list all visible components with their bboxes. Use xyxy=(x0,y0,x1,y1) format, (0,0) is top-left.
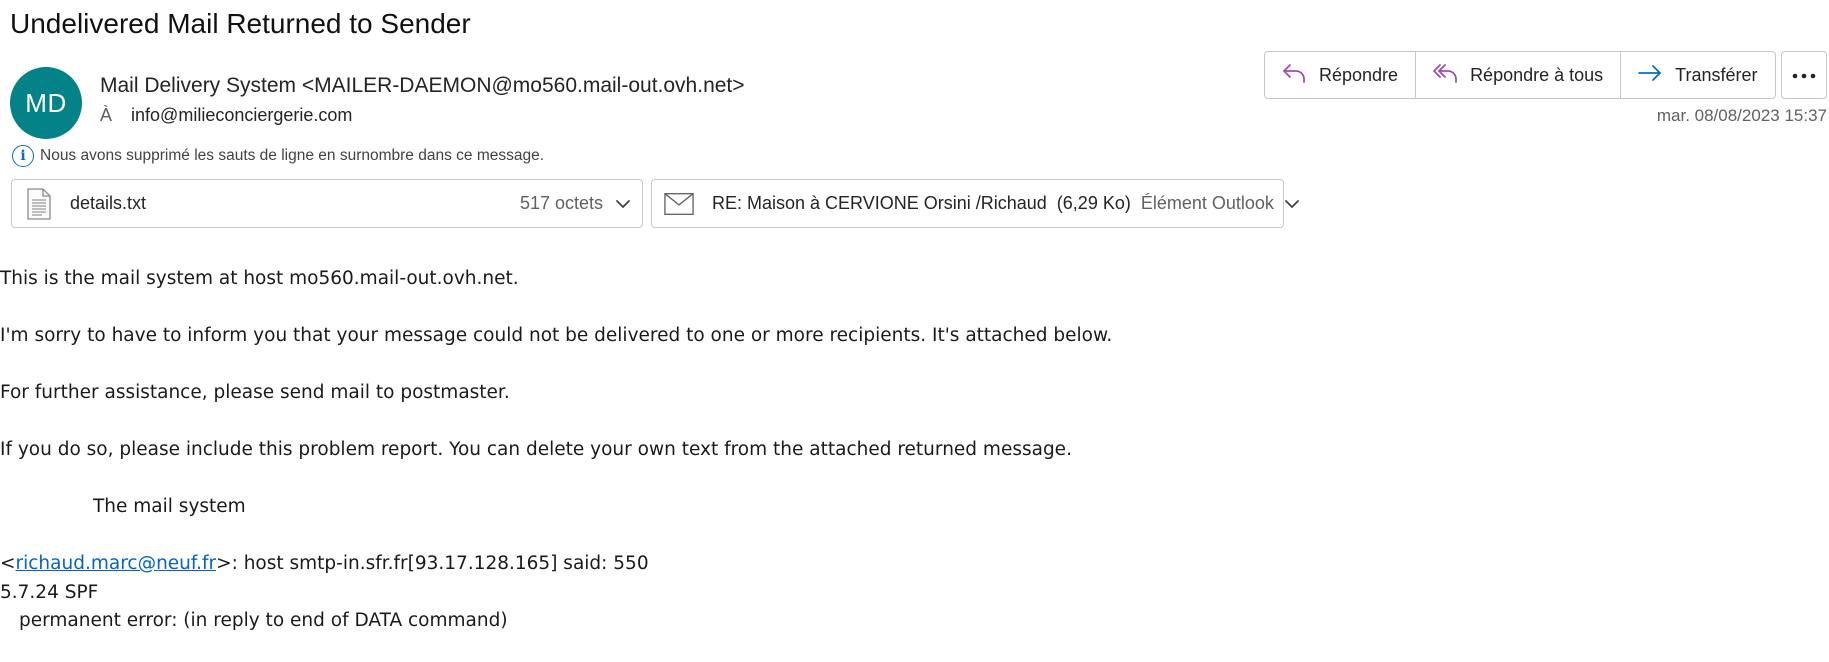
reply-button[interactable]: Répondre xyxy=(1265,52,1417,98)
reply-all-button[interactable]: Répondre à tous xyxy=(1416,52,1622,98)
body-paragraph: I'm sorry to have to inform you that you… xyxy=(0,325,1113,346)
reply-label: Répondre xyxy=(1319,64,1399,85)
reply-icon xyxy=(1281,62,1307,89)
envelope-icon xyxy=(664,187,694,221)
error-prefix: < xyxy=(0,553,16,574)
message-body: This is the mail system at host mo560.ma… xyxy=(0,265,1112,636)
recipient-line: À info@milieconciergerie.com xyxy=(100,105,352,126)
body-paragraph: If you do so, please include this proble… xyxy=(0,439,1072,460)
recipient-email-link[interactable]: richaud.marc@neuf.fr xyxy=(16,553,217,574)
error-code: 5.7.24 SPF xyxy=(0,581,99,603)
avatar-initials: MD xyxy=(25,87,67,118)
to-label: À xyxy=(100,105,113,125)
chevron-down-icon[interactable] xyxy=(615,199,631,209)
info-icon: i xyxy=(12,145,34,167)
more-dots-icon xyxy=(1792,66,1816,84)
body-paragraph: This is the mail system at host mo560.ma… xyxy=(0,268,519,289)
attachment-name: RE: Maison à CERVIONE Orsini /Richaud xyxy=(712,193,1047,213)
attachment-size: (6,29 Ko) xyxy=(1056,193,1131,213)
attachment-size: 517 octets xyxy=(519,193,603,213)
message-date: mar. 08/08/2023 15:37 xyxy=(1656,106,1827,125)
body-paragraph: For further assistance, please send mail… xyxy=(0,382,510,403)
reply-all-icon xyxy=(1432,62,1458,89)
attachment-outlook-item[interactable]: RE: Maison à CERVIONE Orsini /Richaud (6… xyxy=(651,179,1299,228)
text-file-icon xyxy=(24,187,54,221)
attachment-name: details.txt xyxy=(70,193,147,213)
attachment-type: Élément Outlook xyxy=(1140,193,1274,213)
sender-avatar[interactable]: MD xyxy=(10,67,82,139)
error-recipient-line: <richaud.marc@neuf.fr>: host smtp-in.sfr… xyxy=(0,550,1112,579)
sender-name[interactable]: Mail Delivery System <MAILER-DAEMON@mo56… xyxy=(100,74,745,98)
recipient-address[interactable]: info@milieconciergerie.com xyxy=(131,105,352,125)
error-detail: permanent error: (in reply to end of DAT… xyxy=(19,610,508,631)
forward-label: Transférer xyxy=(1675,64,1758,85)
forward-button[interactable]: Transférer xyxy=(1621,52,1774,98)
info-notice: i Nous avons supprimé les sauts de ligne… xyxy=(12,145,544,167)
message-actions-group: Répondre Répondre à tous Transférer xyxy=(1264,51,1776,99)
chevron-down-icon[interactable] xyxy=(1284,199,1300,209)
info-notice-text: Nous avons supprimé les sauts de ligne e… xyxy=(40,147,545,164)
body-signature: The mail system xyxy=(93,496,246,517)
forward-icon xyxy=(1637,62,1663,89)
message-subject: Undelivered Mail Returned to Sender xyxy=(10,8,471,39)
attachment-details-txt[interactable]: details.txt 517 octets xyxy=(11,179,643,228)
more-actions-button[interactable] xyxy=(1781,51,1827,99)
error-suffix: >: host smtp-in.sfr.fr[93.17.128.165] sa… xyxy=(216,553,649,574)
reply-all-label: Répondre à tous xyxy=(1470,64,1604,85)
